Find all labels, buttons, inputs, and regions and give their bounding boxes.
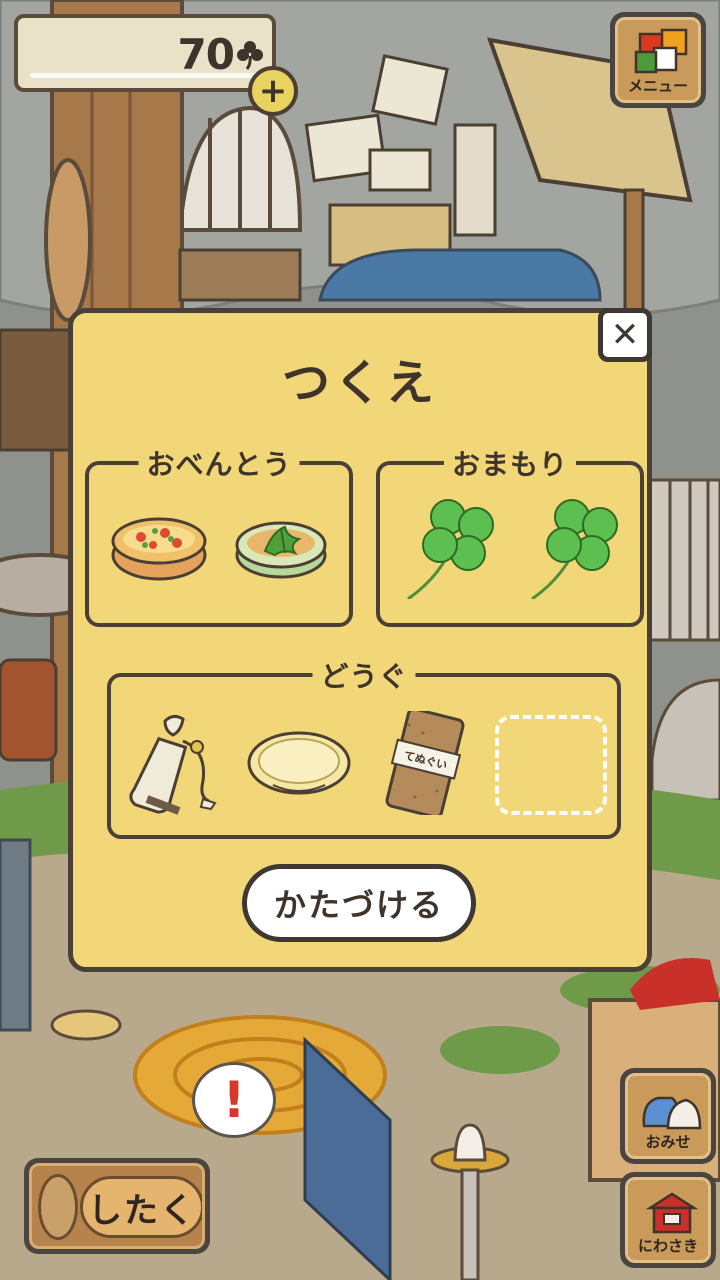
notice-bubble[interactable]: ! xyxy=(192,1062,276,1138)
close-button[interactable]: ✕ xyxy=(598,308,652,362)
menu-button[interactable]: メニュー xyxy=(610,12,706,108)
clover-count: 70 xyxy=(177,30,235,79)
charm-section-label: おまもり xyxy=(443,443,577,483)
shop-label: おみせ xyxy=(645,1133,691,1151)
canteen-bag-item[interactable] xyxy=(127,711,231,815)
tenugui-towel-item[interactable]: てぬぐい xyxy=(373,711,477,815)
four-leaf-clover-item[interactable] xyxy=(402,495,506,599)
prepare-label: したく xyxy=(80,1176,202,1238)
prepare-button[interactable]: したく xyxy=(24,1158,210,1254)
quiche-item[interactable] xyxy=(107,493,211,597)
put-away-button[interactable]: かたづける xyxy=(242,864,476,942)
empty-tool-slot[interactable] xyxy=(495,715,607,815)
log-end-decoration xyxy=(38,1174,78,1240)
shop-button[interactable]: おみせ xyxy=(620,1068,716,1164)
herb-cake-item[interactable] xyxy=(229,493,333,597)
shop-bag-icon xyxy=(642,1096,702,1130)
menu-label: メニュー xyxy=(627,77,688,95)
clover-icon xyxy=(237,41,263,70)
counter-bar xyxy=(30,73,260,78)
lunch-section-label: おべんとう xyxy=(138,443,300,483)
charm-section: おまもり xyxy=(376,443,644,627)
menu-icon xyxy=(634,28,688,74)
lunch-section: おべんとう xyxy=(85,443,353,627)
garden-house-icon xyxy=(645,1192,699,1234)
add-clover-button[interactable]: + xyxy=(248,66,298,116)
clover-counter: 70 xyxy=(14,14,276,92)
tools-section: どうぐ てぬぐい xyxy=(107,655,621,839)
four-leaf-clover-item[interactable] xyxy=(526,495,630,599)
garden-button[interactable]: にわさき xyxy=(620,1172,716,1268)
dialog-title: つくえ xyxy=(281,355,438,411)
tools-section-label: どうぐ xyxy=(312,655,416,695)
garden-label: にわさき xyxy=(637,1237,698,1255)
glass-plate-item[interactable] xyxy=(247,713,351,817)
